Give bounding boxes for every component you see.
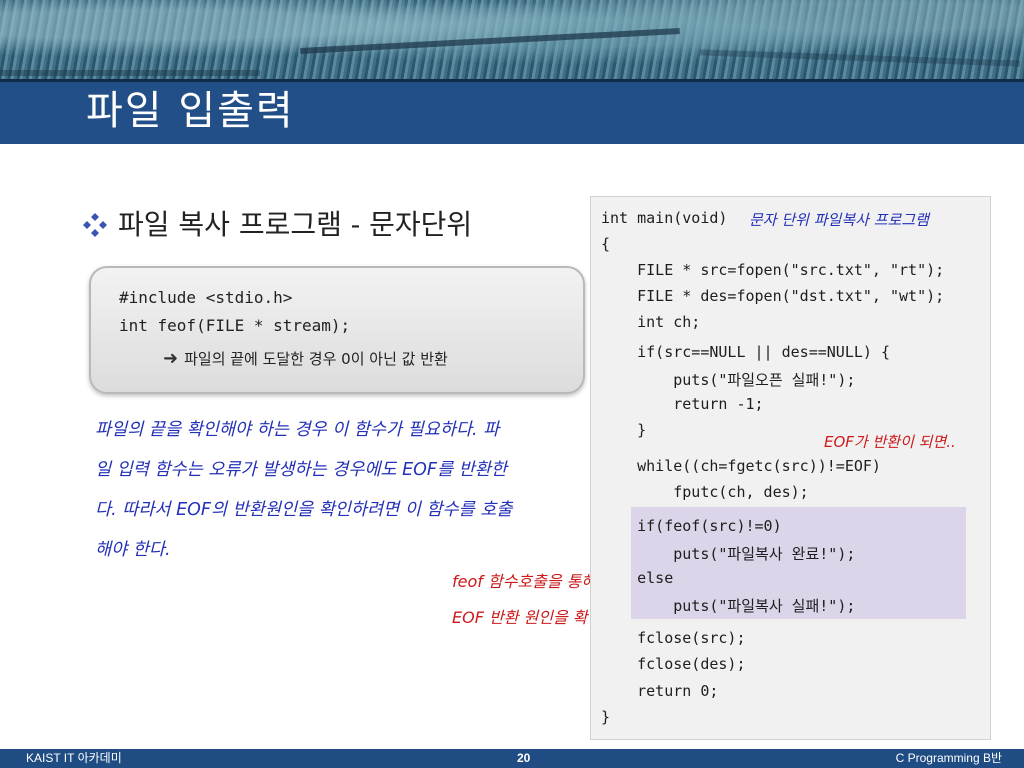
code-title-comment: 문자 단위 파일복사 프로그램 [749, 211, 929, 229]
feof-prototype-box: #include <stdio.h> int feof(FILE * strea… [89, 266, 585, 394]
include-line: #include <stdio.h> [119, 288, 293, 307]
diamond-bullet-icon [83, 213, 107, 237]
return-note-text: 파일의 끝에 도달한 경우 0이 아닌 값 반환 [184, 350, 448, 368]
header-banner-image [0, 0, 1024, 82]
code-line: while((ch=fgetc(src))!=EOF) [601, 457, 881, 475]
prototype-line: int feof(FILE * stream); [119, 316, 351, 335]
code-line: } [601, 708, 611, 726]
code-line: return -1; [601, 395, 764, 413]
code-line: FILE * des=fopen("dst.txt", "wt"); [601, 287, 945, 305]
code-line: int ch; [601, 313, 701, 331]
footer-bar: KAIST IT 아카데미 20 C Programming B반 [0, 749, 1024, 768]
footer-course: C Programming B반 [895, 751, 1002, 765]
explanation-line: 파일의 끝을 확인해야 하는 경우 이 함수가 필요하다. 파 [95, 420, 500, 440]
right-arrow-icon: ➜ [163, 348, 179, 369]
code-line: puts("파일오픈 실패!"); [601, 371, 856, 389]
code-line: } [601, 421, 647, 439]
feof-call-note: feof 함수호출을 통해서 [452, 572, 611, 591]
code-line: else [601, 569, 674, 587]
footer-organization: KAIST IT 아카데미 [26, 751, 122, 765]
handwritten-explanation: 파일의 끝을 확인해야 하는 경우 이 함수가 필요하다. 파 일 입력 함수는… [95, 410, 585, 570]
code-line: fclose(src); [601, 629, 746, 647]
code-line: puts("파일복사 완료!"); [601, 545, 856, 563]
code-line: fclose(des); [601, 655, 746, 673]
code-panel: 문자 단위 파일복사 프로그램 EOF가 반환이 되면.. int main(v… [590, 196, 991, 740]
code-line: { [601, 235, 611, 253]
slide-title: 파일 입출력 [86, 88, 295, 134]
code-line: if(feof(src)!=0) [601, 517, 782, 535]
page-number: 20 [517, 751, 531, 765]
code-line: return 0; [601, 682, 719, 700]
code-line: int main(void) [601, 209, 728, 227]
code-line: fputc(ch, des); [601, 483, 809, 501]
eof-returned-note: EOF가 반환이 되면.. [824, 433, 956, 451]
explanation-line: 다. 따라서 EOF의 반환원인을 확인하려면 이 함수를 호출 [95, 500, 513, 520]
bullet-heading: 파일 복사 프로그램 - 문자단위 [118, 208, 473, 241]
code-line: puts("파일복사 실패!"); [601, 597, 856, 615]
code-line: FILE * src=fopen("src.txt", "rt"); [601, 261, 945, 279]
eof-cause-note: EOF 반환 원인을 확인! [452, 608, 609, 627]
code-line: if(src==NULL || des==NULL) { [601, 343, 890, 361]
explanation-line: 해야 한다. [95, 540, 171, 560]
explanation-line: 일 입력 함수는 오류가 발생하는 경우에도 EOF를 반환한 [95, 460, 507, 480]
return-note: ➜ 파일의 끝에 도달한 경우 0이 아닌 값 반환 [163, 348, 448, 369]
